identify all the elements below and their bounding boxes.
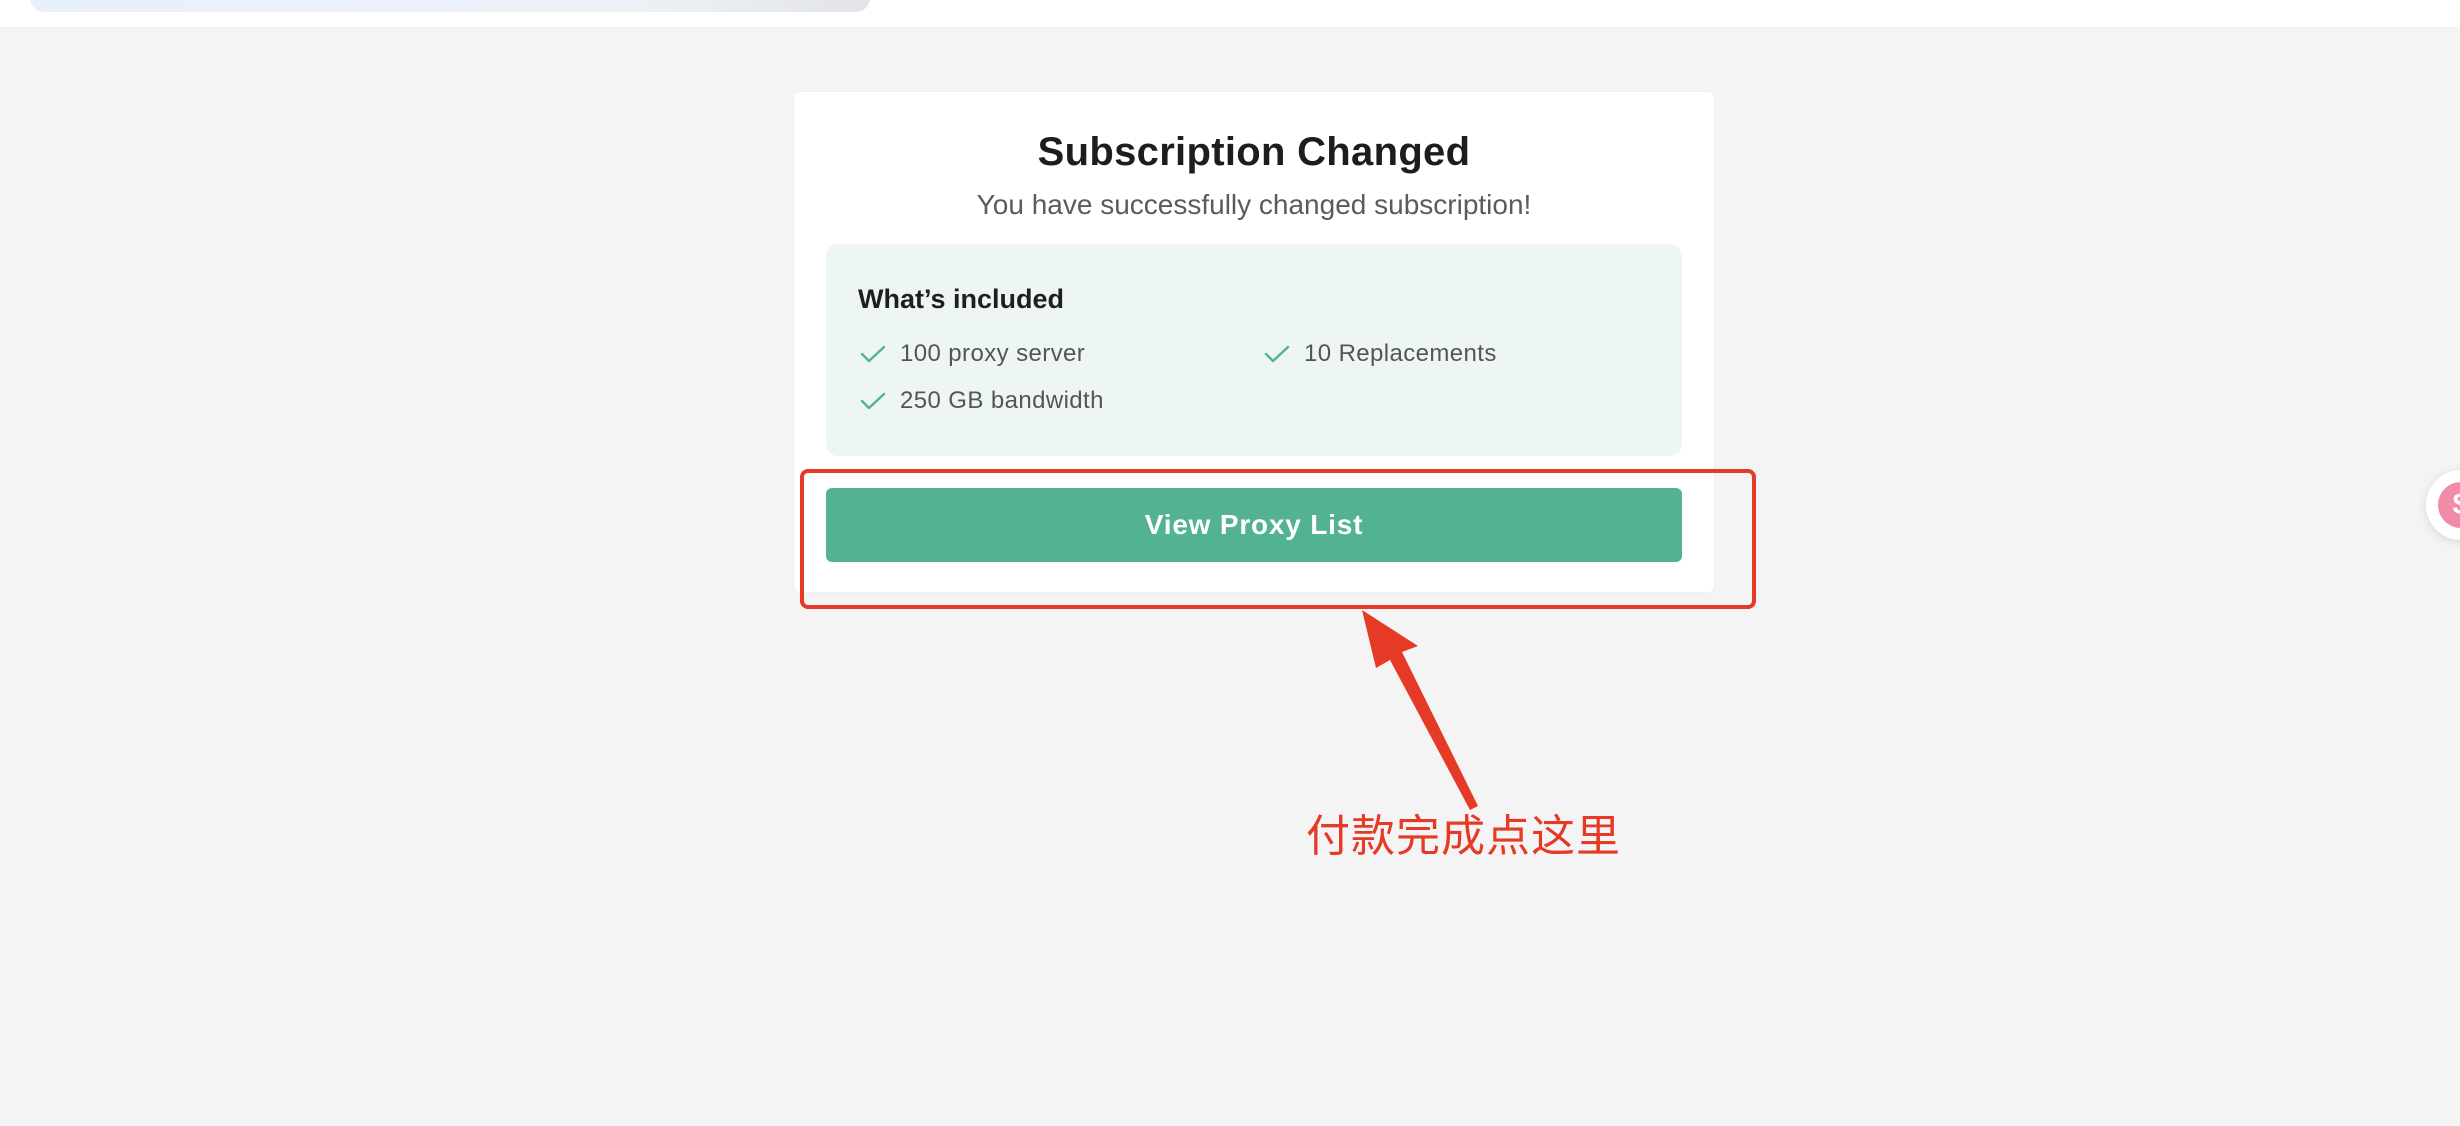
included-heading: What’s included bbox=[858, 284, 1065, 314]
dollar-coin-icon: $ bbox=[2438, 482, 2460, 528]
check-icon bbox=[860, 392, 886, 410]
top-bar bbox=[0, 0, 2460, 27]
feature-item: 10 Replacements bbox=[1264, 340, 1497, 368]
top-search-bar[interactable] bbox=[30, 0, 870, 12]
feature-item: 100 proxy server bbox=[860, 340, 1085, 368]
check-icon bbox=[1264, 345, 1290, 363]
feature-item: 250 GB bandwidth bbox=[860, 387, 1104, 415]
included-panel: What’s included 100 proxy server 10 Repl… bbox=[826, 244, 1682, 456]
check-icon bbox=[860, 345, 886, 363]
side-widget[interactable]: $ bbox=[2426, 470, 2460, 540]
page-title: Subscription Changed bbox=[1037, 130, 1471, 174]
annotation-text: 付款完成点这里 bbox=[1306, 811, 1621, 862]
subscription-card: Subscription Changed You have successful… bbox=[794, 92, 1714, 592]
page-subtitle: You have successfully changed subscripti… bbox=[976, 189, 1532, 220]
view-proxy-list-button[interactable]: View Proxy List bbox=[826, 488, 1682, 562]
annotation-arrow-icon bbox=[1362, 610, 1478, 810]
feature-label: 100 proxy server bbox=[900, 340, 1086, 367]
feature-label: 250 GB bandwidth bbox=[900, 387, 1104, 414]
feature-label: 10 Replacements bbox=[1304, 340, 1497, 367]
